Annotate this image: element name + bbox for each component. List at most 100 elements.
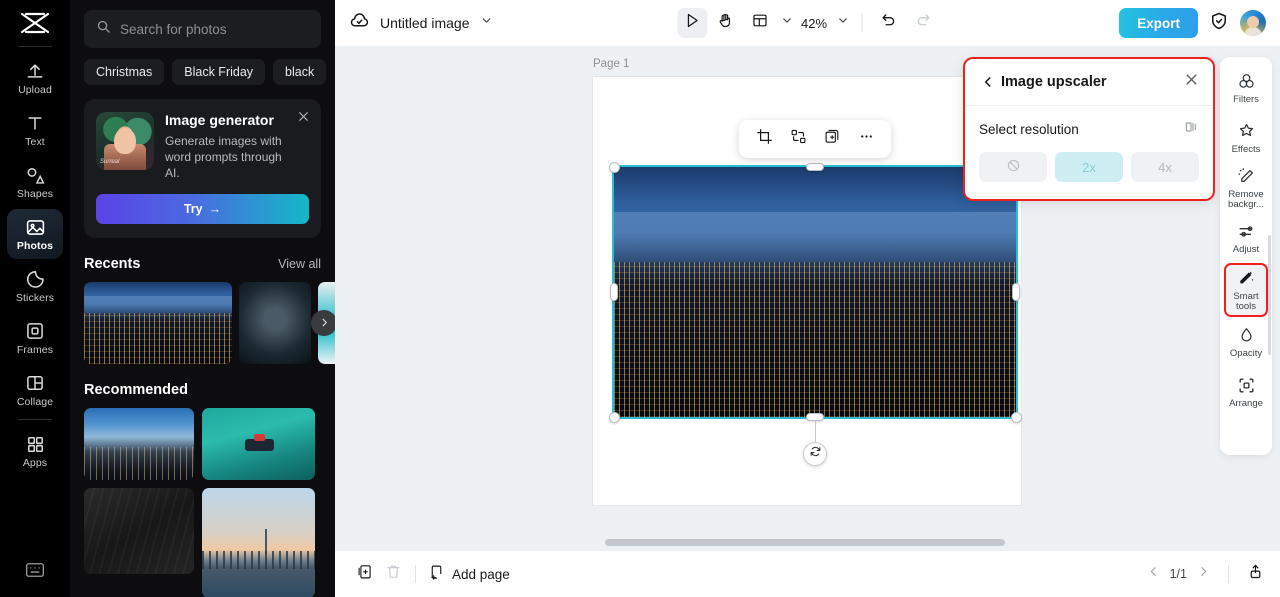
frames-icon [24, 320, 46, 342]
capcut-editor-window: Upload Text Shapes Photos Stickers Frame… [0, 0, 1280, 597]
resize-handle-top-left[interactable] [608, 161, 620, 173]
undo-icon [881, 12, 898, 34]
arrow-right-icon: → [208, 201, 222, 216]
resize-handle-left[interactable] [610, 283, 618, 301]
recommended-thumb-skyline-dusk[interactable] [84, 407, 194, 480]
chip-black-friday[interactable]: Black Friday [172, 59, 266, 85]
tool-label: Effects [1231, 143, 1261, 155]
duplicate-button[interactable] [819, 126, 845, 152]
chevron-left-icon[interactable] [1147, 565, 1160, 583]
close-icon[interactable] [297, 110, 310, 128]
chip-black[interactable]: black [273, 59, 327, 85]
shield-check-icon[interactable] [1209, 11, 1229, 36]
tool-label: Remove backgr... [1228, 188, 1264, 210]
chevron-left-icon[interactable] [979, 73, 997, 91]
redo-button[interactable] [908, 8, 938, 38]
before-after-compare-icon[interactable] [1183, 119, 1199, 140]
sidebar-item-shapes[interactable]: Shapes [7, 157, 63, 207]
document-title[interactable]: Untitled image [380, 15, 470, 31]
resolution-option-2x[interactable]: 2x [1055, 152, 1123, 182]
export-page-icon[interactable] [1247, 563, 1264, 585]
add-page-label: Add page [452, 566, 510, 582]
duplicate-icon [824, 128, 841, 150]
resolution-option-4x[interactable]: 4x [1131, 152, 1199, 182]
export-button[interactable]: Export [1119, 8, 1198, 38]
capcut-logo[interactable] [12, 6, 58, 40]
more-button[interactable] [853, 126, 879, 152]
recommended-thumb-boat-sea[interactable] [202, 407, 315, 480]
tool-effects[interactable]: Effects [1224, 113, 1268, 163]
sidebar-item-text[interactable]: Text [7, 105, 63, 155]
resolution-option-none[interactable] [979, 152, 1047, 182]
upscaler-title: Image upscaler [1001, 74, 1107, 90]
sidebar-item-collage[interactable]: Collage [7, 365, 63, 415]
sidebar-item-frames[interactable]: Frames [7, 313, 63, 363]
text-icon [24, 112, 46, 134]
tool-remove-background[interactable]: Remove backgr... [1224, 163, 1268, 213]
sidebar-item-label: Stickers [15, 292, 55, 305]
chevron-right-icon[interactable] [311, 309, 335, 336]
tool-arrange[interactable]: Arrange [1224, 367, 1268, 417]
sidebar-item-photos[interactable]: Photos [7, 209, 63, 259]
add-page-button[interactable]: Add page [428, 564, 510, 584]
resize-handle-top[interactable] [806, 163, 824, 171]
upload-icon [24, 60, 46, 82]
droplet-icon [1236, 326, 1256, 346]
apps-icon [24, 433, 46, 455]
arrange-icon [1236, 376, 1256, 396]
avatar[interactable] [1240, 10, 1266, 36]
resize-handle-right[interactable] [1012, 283, 1020, 301]
undo-button[interactable] [874, 8, 904, 38]
selected-image[interactable] [612, 165, 1018, 419]
page-nav-group: 1/1 [1147, 563, 1264, 585]
top-toolbar: Untitled image 42% Export [335, 0, 1280, 46]
duplicate-page-button[interactable] [351, 560, 379, 588]
chevron-right-icon[interactable] [1197, 565, 1210, 583]
recommended-header: Recommended [84, 382, 321, 398]
recent-thumb-city-night[interactable] [84, 281, 232, 364]
tool-rail-scrollbar[interactable] [1268, 235, 1271, 355]
recent-thumb-money-man[interactable] [239, 281, 311, 364]
resize-handle-bottom-right[interactable] [1010, 411, 1022, 423]
layout-tool[interactable] [745, 8, 775, 38]
keyboard-shortcuts-icon[interactable] [24, 559, 46, 581]
search-input[interactable]: Search for photos [84, 10, 321, 48]
select-resolution-row: Select resolution [979, 119, 1199, 140]
replace-button[interactable] [785, 126, 811, 152]
horizontal-scrollbar[interactable] [605, 539, 1005, 546]
sidebar-item-stickers[interactable]: Stickers [7, 261, 63, 311]
resize-handle-bottom-left[interactable] [608, 411, 620, 423]
sidebar-item-apps[interactable]: Apps [7, 426, 63, 476]
crop-button[interactable] [751, 126, 777, 152]
close-icon[interactable] [1184, 72, 1199, 92]
tool-opacity[interactable]: Opacity [1224, 317, 1268, 367]
tool-adjust[interactable]: Adjust [1224, 213, 1268, 263]
cloud-saved-icon[interactable] [349, 10, 370, 36]
recommended-thumb-chalkboard[interactable] [84, 487, 194, 574]
zoom-level[interactable]: 42% [801, 16, 827, 31]
chevron-down-icon[interactable] [780, 14, 793, 32]
promo-header: Surreal Image generator Generate images … [96, 112, 309, 182]
sidebar-item-upload[interactable]: Upload [7, 53, 63, 103]
tool-smart-tools[interactable]: Smart tools [1224, 263, 1268, 317]
toolbar-center-group: 42% [676, 8, 938, 38]
hand-tool[interactable] [711, 8, 741, 38]
recommended-thumb-nyc-skyline[interactable] [202, 487, 315, 597]
try-button[interactable]: Try → [96, 193, 309, 224]
promo-title: Image generator [165, 112, 274, 128]
view-all-link[interactable]: View all [278, 257, 321, 271]
bottom-toolbar: Add page 1/1 [335, 551, 1280, 597]
filters-icon [1236, 72, 1256, 92]
chevron-down-icon[interactable] [480, 14, 493, 32]
chip-christmas[interactable]: Christmas [84, 59, 165, 85]
chevron-down-icon[interactable] [836, 14, 849, 32]
resize-handle-bottom[interactable] [806, 413, 824, 421]
rotate-handle[interactable] [803, 442, 827, 466]
photos-icon [24, 216, 46, 238]
rail-divider-top [18, 46, 52, 47]
delete-page-button[interactable] [379, 560, 407, 588]
tool-filters[interactable]: Filters [1224, 63, 1268, 113]
promo-thumb-caption: Surreal [100, 159, 120, 165]
select-tool[interactable] [676, 8, 707, 38]
redo-icon [915, 12, 932, 34]
